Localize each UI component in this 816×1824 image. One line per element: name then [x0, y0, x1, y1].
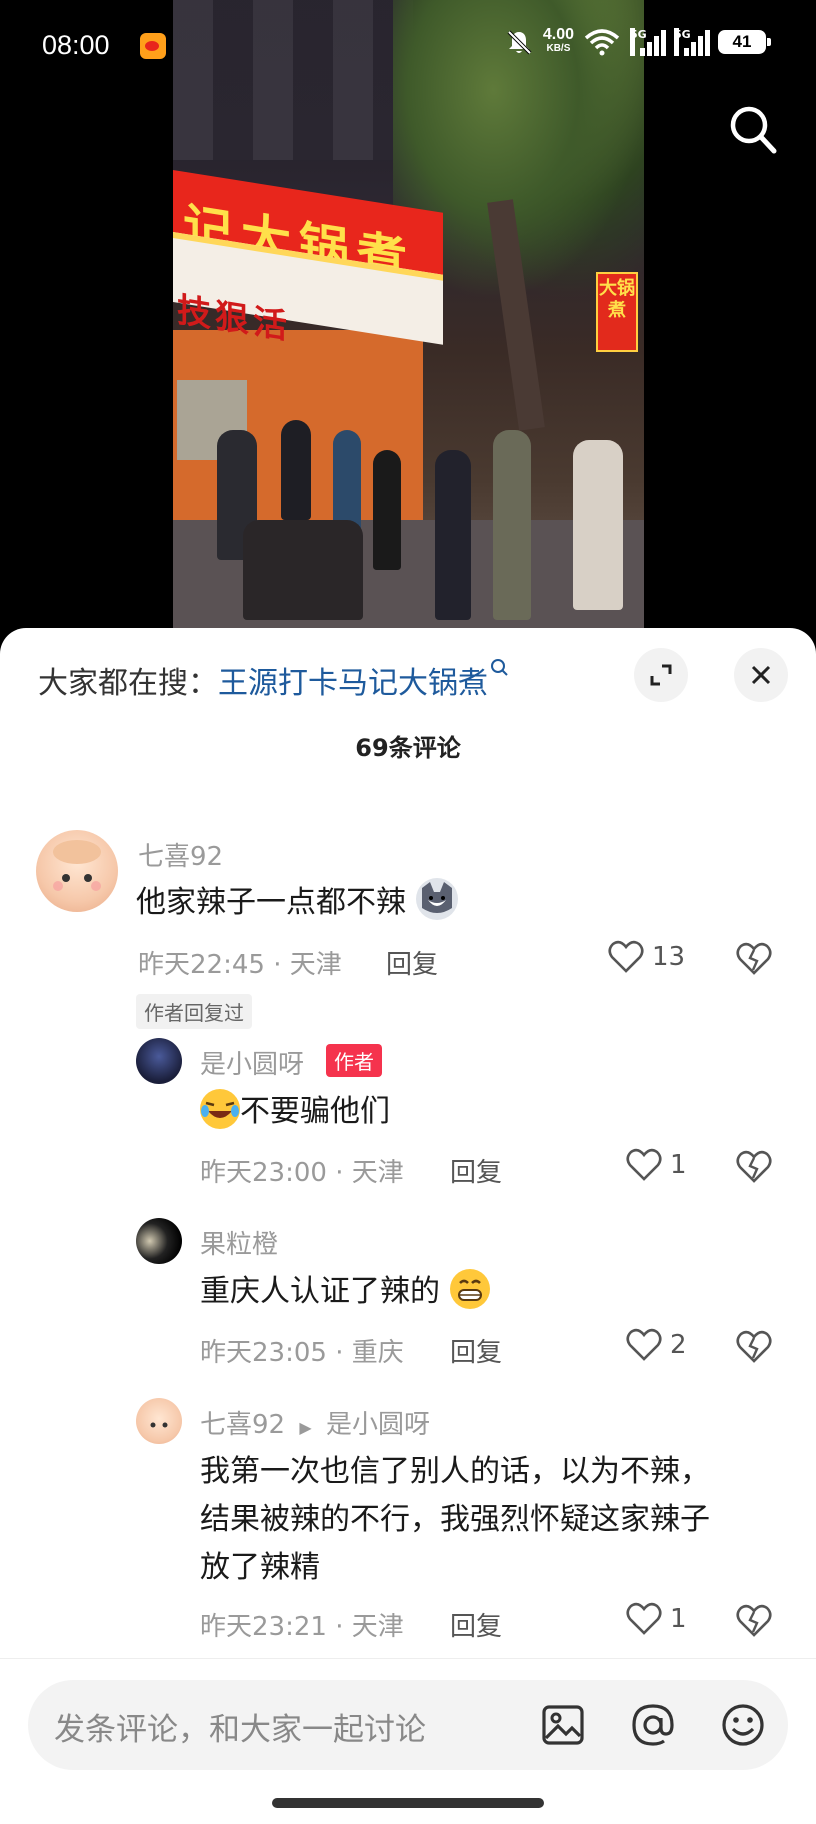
video-person [281, 420, 311, 520]
comment-username[interactable]: 七喜92 [138, 836, 223, 873]
at-icon[interactable] [628, 1700, 678, 1750]
video-person [435, 450, 471, 620]
reply-username[interactable]: 是小圆呀 [200, 1044, 304, 1081]
author-badge: 作者 [326, 1044, 382, 1077]
broken-heart-icon[interactable] [736, 1150, 772, 1184]
comment-time-location: 昨天22:45 · 天津 [138, 950, 342, 980]
reply-username[interactable]: 果粒橙 [200, 1224, 278, 1261]
weibo-icon [140, 33, 166, 59]
reply-text: 重庆人认证了辣的 [200, 1268, 490, 1316]
like-count: 13 [652, 942, 686, 972]
avatar[interactable] [136, 1218, 182, 1264]
image-icon[interactable] [538, 1700, 588, 1750]
search-icon[interactable] [728, 104, 778, 156]
reply-username-name[interactable]: 七喜92 [200, 1410, 285, 1440]
video-side-sign-text: 大锅煮 [599, 278, 635, 321]
reply-time-location: 昨天23:00 · 天津 [200, 1158, 404, 1188]
comment-input[interactable]: 发条评论，和大家一起讨论 [54, 1704, 426, 1749]
reply-time-location: 昨天23:21 · 天津 [200, 1612, 404, 1642]
reply-time-location: 昨天23:05 · 重庆 [200, 1338, 404, 1368]
signal-label: 5G [630, 28, 647, 56]
like-count: 1 [670, 1604, 687, 1634]
comment-input-bar[interactable]: 发条评论，和大家一起讨论 [28, 1680, 788, 1770]
battery-level: 41 [732, 32, 752, 51]
close-button[interactable] [734, 648, 788, 702]
heart-icon [626, 1602, 662, 1635]
laugh-cry-emoji-icon [200, 1089, 240, 1129]
close-icon [751, 665, 771, 685]
net-speed-unit: KB/S [546, 43, 571, 54]
video-building [173, 0, 413, 160]
grin-emoji-icon [449, 1269, 490, 1309]
video-frame[interactable]: 记大锅煮 技狠活 大锅煮 [173, 0, 644, 640]
heart-icon [608, 940, 644, 973]
video-area[interactable]: 记大锅煮 技狠活 大锅煮 08:00 4.00 KB/S 5G 5G 41 [0, 0, 816, 640]
expand-icon [650, 664, 672, 686]
comment-text-body: 他家辣子一点都不辣 [136, 885, 406, 920]
like-button[interactable]: 1 [626, 1602, 687, 1636]
avatar[interactable] [136, 1038, 182, 1084]
broken-heart-icon[interactable] [736, 942, 772, 976]
status-icons: 4.00 KB/S 5G 5G 41 [505, 26, 771, 56]
wifi-icon [584, 29, 620, 56]
like-button[interactable]: 2 [626, 1328, 687, 1362]
broken-heart-icon[interactable] [736, 1604, 772, 1638]
emoji-icon[interactable] [718, 1700, 768, 1750]
heart-icon [626, 1328, 662, 1361]
reply-to-username[interactable]: 是小圆呀 [326, 1410, 430, 1440]
video-person [243, 520, 363, 620]
hot-search-prefix: 大家都在搜： [38, 666, 218, 701]
hot-search-bar[interactable]: 大家都在搜：王源打卡马记大锅煮 [38, 658, 510, 702]
status-time: 08:00 [42, 30, 110, 60]
reply-username: 七喜92 ▶ 是小圆呀 [200, 1404, 430, 1441]
video-person [373, 450, 401, 570]
signal-icon-2: 5G [674, 28, 710, 56]
like-button[interactable]: 1 [626, 1148, 687, 1182]
reply-text-body: 不要骗他们 [240, 1094, 390, 1129]
broken-heart-icon[interactable] [736, 1330, 772, 1364]
battery-icon: 41 [718, 30, 771, 54]
avatar[interactable] [36, 830, 118, 912]
video-person [493, 430, 531, 620]
reply-text-body: 重庆人认证了辣的 [200, 1274, 440, 1309]
heart-icon [626, 1148, 662, 1181]
reply-button[interactable]: 回复 [450, 1606, 502, 1643]
like-count: 2 [670, 1330, 687, 1360]
reply-text: 不要骗他们 [200, 1088, 390, 1136]
small-search-icon [491, 659, 508, 676]
husky-emoji-icon [415, 878, 458, 920]
comment-text: 他家辣子一点都不辣 [136, 878, 458, 927]
mute-bell-icon [507, 30, 532, 55]
net-speed: 4.00 KB/S [542, 26, 574, 56]
input-divider [0, 1658, 816, 1659]
reply-button[interactable]: 回复 [386, 944, 438, 981]
reply-text-line: 我第一次也信了别人的话，以为不辣， [200, 1454, 710, 1489]
expand-button[interactable] [634, 648, 688, 702]
like-button[interactable]: 13 [608, 940, 685, 974]
reply-text-line: 放了辣精 [200, 1550, 320, 1585]
net-speed-value: 4.00 [542, 26, 574, 43]
hot-search-link[interactable]: 王源打卡马记大锅煮 [218, 666, 488, 701]
reply-button[interactable]: 回复 [450, 1332, 502, 1369]
home-indicator[interactable] [272, 1798, 544, 1808]
comment-count: 69条评论 [355, 734, 461, 762]
video-person [573, 440, 623, 610]
reply-button[interactable]: 回复 [450, 1152, 502, 1189]
avatar-face [150, 1422, 168, 1428]
signal-icon: 5G [630, 28, 666, 56]
signal-label-2: 5G [674, 28, 691, 56]
reply-arrow-icon: ▶ [299, 1418, 312, 1437]
comment-sheet: 大家都在搜：王源打卡马记大锅煮 69条评论 七喜92 他家辣子一点都不辣 昨天2… [0, 628, 816, 1824]
avatar-face [53, 840, 101, 891]
author-replied-tag: 作者回复过 [136, 994, 252, 1029]
reply-text: 我第一次也信了别人的话，以为不辣， 结果被辣的不行，我强烈怀疑这家辣子 放了辣精 [200, 1448, 790, 1592]
avatar[interactable] [136, 1398, 182, 1444]
like-count: 1 [670, 1150, 687, 1180]
reply-text-line: 结果被辣的不行，我强烈怀疑这家辣子 [200, 1502, 710, 1537]
